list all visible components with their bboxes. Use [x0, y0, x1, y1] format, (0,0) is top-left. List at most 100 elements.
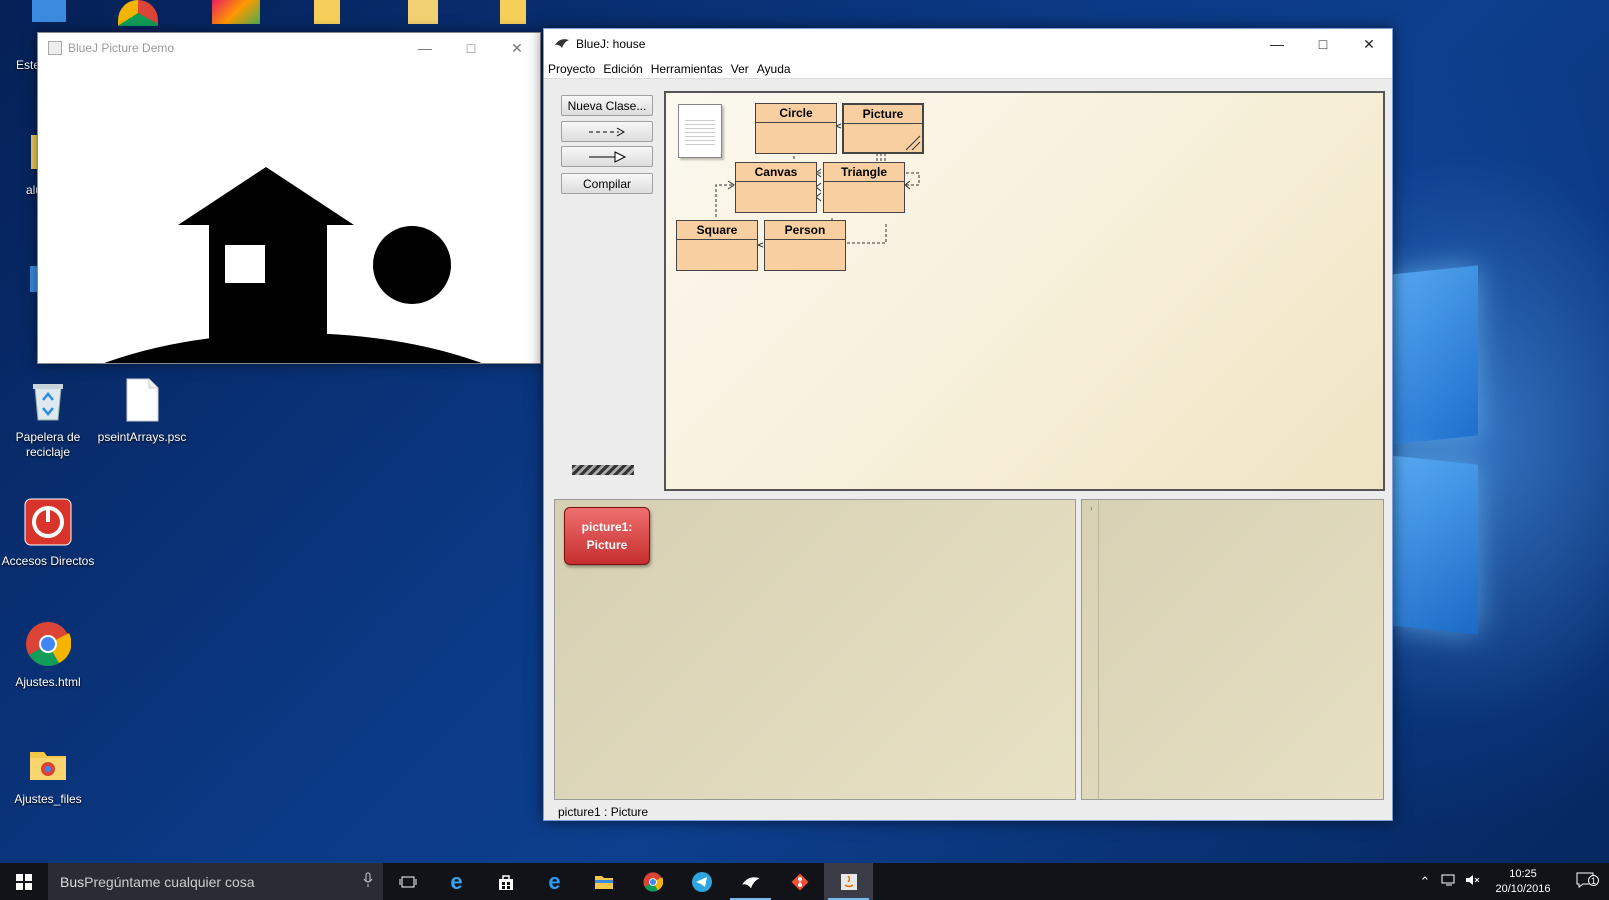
- action-center-button[interactable]: 1: [1561, 871, 1609, 892]
- class-diagram-area[interactable]: Circle Picture Canvas Triangle Square Pe…: [664, 91, 1385, 491]
- maximize-button[interactable]: □: [1300, 29, 1346, 59]
- clock-date: 20/10/2016: [1495, 882, 1551, 895]
- bluej-window[interactable]: BlueJ: house — □ ✕ Proyecto Edición Herr…: [543, 28, 1393, 821]
- class-circle[interactable]: Circle: [755, 103, 837, 154]
- taskbar: Bus Pregúntame cualquier cosa e e ⌃ 10:2…: [0, 863, 1609, 900]
- notification-count: 1: [1588, 875, 1599, 886]
- network-icon[interactable]: [1437, 874, 1461, 889]
- object-bench[interactable]: picture1: Picture: [554, 499, 1076, 800]
- partial-folder-icon[interactable]: [314, 0, 340, 24]
- partial-folder-icon[interactable]: [500, 0, 526, 24]
- inheritance-arrow-icon: [589, 150, 627, 163]
- taskbar-java-app[interactable]: [824, 863, 873, 900]
- picture-demo-window[interactable]: BlueJ Picture Demo — □ ✕: [37, 32, 541, 364]
- taskbar-git[interactable]: [775, 863, 824, 900]
- taskbar-telegram[interactable]: [677, 863, 726, 900]
- class-triangle[interactable]: Triangle: [823, 162, 905, 213]
- recycle-bin-icon: [0, 378, 96, 426]
- class-person[interactable]: Person: [764, 220, 846, 271]
- status-bar: picture1 : Picture: [558, 805, 649, 819]
- partial-folder-icon[interactable]: [408, 0, 438, 24]
- close-button[interactable]: ✕: [494, 33, 540, 63]
- desktop-icon-label: pseintArrays.psc: [97, 430, 187, 444]
- search-prefix-text: Bus: [60, 873, 85, 890]
- taskbar-chrome[interactable]: [628, 863, 677, 900]
- taskbar-store[interactable]: [481, 863, 530, 900]
- desktop-icon-label: Accesos Directos: [1, 554, 95, 568]
- menu-proyecto[interactable]: Proyecto: [548, 62, 595, 76]
- search-placeholder: Pregúntame cualquier cosa: [84, 873, 255, 890]
- object-name: picture1:: [581, 520, 633, 534]
- chrome-icon: [642, 871, 663, 892]
- taskbar-ie[interactable]: e: [530, 863, 579, 900]
- taskbar-search-box[interactable]: Bus Pregúntame cualquier cosa: [48, 863, 383, 900]
- object-type: Picture: [586, 538, 628, 552]
- telegram-icon: [691, 871, 712, 892]
- house-roof: [178, 167, 354, 225]
- maximize-button[interactable]: □: [448, 33, 494, 63]
- menu-ver[interactable]: Ver: [731, 62, 749, 76]
- class-canvas[interactable]: Canvas: [735, 162, 817, 213]
- taskbar-file-explorer[interactable]: [579, 863, 628, 900]
- class-name: Square: [677, 221, 757, 240]
- desktop-icon-psc-file[interactable]: pseintArrays.psc: [94, 378, 190, 445]
- show-hidden-icons-button[interactable]: ⌃: [1413, 874, 1437, 890]
- folder-icon: [0, 744, 96, 788]
- taskbar-edge[interactable]: e: [432, 863, 481, 900]
- clock[interactable]: 10:25 20/10/2016: [1485, 867, 1561, 897]
- readme-note-icon[interactable]: [678, 104, 722, 158]
- desktop-icon-recycle-bin[interactable]: Papelera de reciclaje: [0, 378, 96, 460]
- close-button[interactable]: ✕: [1346, 29, 1392, 59]
- minimize-button[interactable]: —: [1254, 29, 1300, 59]
- microphone-icon[interactable]: [363, 872, 373, 891]
- partial-pc-icon[interactable]: [32, 0, 66, 22]
- desktop-icon-accesos-directos[interactable]: Accesos Directos: [0, 498, 96, 569]
- inheritance-arrow-button[interactable]: [561, 146, 653, 167]
- class-name: Triangle: [824, 163, 904, 182]
- desktop-icon-label: Papelera de reciclaje: [15, 430, 81, 459]
- code-pad-marker: ›: [1090, 504, 1093, 513]
- java-app-icon: [48, 41, 62, 55]
- class-name: Person: [765, 221, 845, 240]
- bluej-bird-icon: [741, 876, 760, 888]
- class-square[interactable]: Square: [676, 220, 758, 271]
- picture-demo-titlebar[interactable]: BlueJ Picture Demo — □ ✕: [38, 33, 540, 63]
- vm-progress-indicator: [572, 465, 634, 475]
- new-class-button[interactable]: Nueva Clase...: [561, 95, 653, 116]
- store-icon: [498, 874, 513, 890]
- window-title: BlueJ: house: [576, 37, 646, 51]
- minimize-button[interactable]: —: [402, 33, 448, 63]
- class-name: Circle: [756, 104, 836, 123]
- class-name: Picture: [844, 105, 922, 124]
- house-window: [225, 245, 265, 283]
- start-button[interactable]: [0, 863, 48, 900]
- desktop-icon-ajustes-html[interactable]: Ajustes.html: [0, 621, 96, 690]
- menu-edicion[interactable]: Edición: [603, 62, 642, 76]
- taskbar-bluej[interactable]: [726, 863, 775, 900]
- object-picture1[interactable]: picture1: Picture: [564, 507, 650, 565]
- windows-start-icon: [16, 873, 32, 890]
- class-picture[interactable]: Picture: [842, 103, 924, 154]
- clock-time: 10:25: [1509, 867, 1537, 880]
- compile-button[interactable]: Compilar: [561, 173, 653, 194]
- desktop-icon-label: Ajustes.html: [15, 675, 81, 689]
- chrome-icon: [0, 621, 96, 671]
- class-name: Canvas: [736, 163, 816, 182]
- bluej-titlebar[interactable]: BlueJ: house — □ ✕: [544, 29, 1392, 59]
- desktop-icon-ajustes-files[interactable]: Ajustes_files: [0, 744, 96, 807]
- menu-ayuda[interactable]: Ayuda: [757, 62, 791, 76]
- house-wall: [209, 223, 327, 363]
- desktop-icon-label: Ajustes_files: [14, 792, 82, 806]
- edge-icon: e: [450, 868, 463, 894]
- task-view-icon: [399, 876, 416, 887]
- volume-muted-icon[interactable]: [1461, 874, 1485, 889]
- folder-icon: [594, 875, 613, 889]
- task-view-button[interactable]: [383, 863, 432, 900]
- code-pad-gutter: [1098, 500, 1099, 799]
- menu-herramientas[interactable]: Herramientas: [651, 62, 723, 76]
- internet-explorer-icon: e: [548, 868, 561, 894]
- partial-app-icon[interactable]: [212, 0, 260, 24]
- dependency-arrow-button[interactable]: [561, 121, 653, 142]
- partial-chrome-icon[interactable]: [118, 0, 158, 26]
- code-pad[interactable]: ›: [1081, 499, 1384, 800]
